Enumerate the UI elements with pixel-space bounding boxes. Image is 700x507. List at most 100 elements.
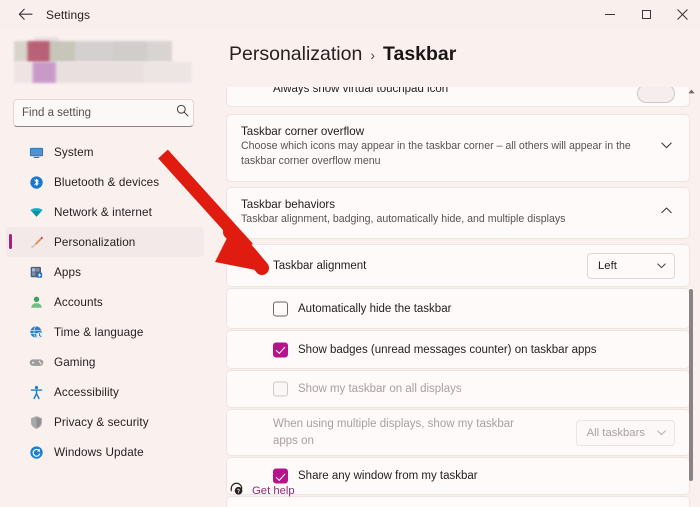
sidebar-item-gaming[interactable]: Gaming	[6, 347, 204, 377]
search-icon	[176, 104, 189, 122]
sidebar-item-label: Accounts	[54, 295, 103, 309]
auto-hide-taskbar-label: Automatically hide the taskbar	[298, 302, 452, 315]
breadcrumb-separator: ›	[370, 47, 376, 63]
get-help-link[interactable]: Get help	[229, 481, 295, 501]
page-title: Taskbar	[383, 43, 457, 65]
sidebar-item-label: Network & internet	[54, 205, 152, 219]
show-badges-card: Show badges (unread messages counter) on…	[226, 330, 690, 370]
taskbar-alignment-card: Taskbar alignment Left	[226, 244, 690, 288]
close-button[interactable]	[664, 0, 700, 29]
auto-hide-taskbar-row[interactable]: Automatically hide the taskbar	[227, 289, 689, 328]
sidebar-item-bluetooth-devices[interactable]: Bluetooth & devices	[6, 167, 204, 197]
search-box[interactable]	[13, 99, 194, 127]
all-displays-card: Show my taskbar on all displays	[226, 370, 690, 409]
gamepad-icon	[28, 354, 45, 371]
profile-blur-email	[14, 62, 192, 83]
sidebar-item-apps[interactable]: Apps	[6, 257, 204, 287]
paintbrush-icon	[28, 234, 45, 251]
minimize-button[interactable]	[592, 0, 628, 29]
footer: Get help	[218, 475, 700, 507]
sidebar-item-time-language[interactable]: Time & language	[6, 317, 204, 347]
maximize-button[interactable]	[628, 0, 664, 29]
sidebar-item-accounts[interactable]: Accounts	[6, 287, 204, 317]
sidebar-nav: System Bluetooth & devices Network & int…	[0, 137, 218, 467]
taskbar-corner-overflow-card: Taskbar corner overflow Choose which ico…	[226, 114, 690, 182]
show-badges-row[interactable]: Show badges (unread messages counter) on…	[227, 331, 689, 368]
help-question-icon	[229, 481, 244, 501]
main-content: Personalization › Taskbar Always show vi…	[218, 29, 700, 507]
sidebar-item-label: Privacy & security	[54, 415, 149, 429]
globe-clock-icon	[28, 324, 45, 341]
all-displays-checkbox	[273, 381, 288, 397]
auto-hide-taskbar-checkbox[interactable]	[273, 301, 288, 317]
multi-display-apps-dropdown: All taskbars	[575, 419, 675, 446]
dropdown-value: Left	[598, 259, 617, 272]
sidebar-item-label: Accessibility	[54, 385, 119, 399]
sidebar-item-label: Gaming	[54, 355, 96, 369]
vertical-scrollbar[interactable]	[685, 86, 697, 507]
update-refresh-icon	[28, 444, 45, 461]
profile-blur-name	[14, 41, 172, 62]
dropdown-value: All taskbars	[586, 426, 645, 439]
window-controls	[592, 0, 700, 29]
auto-hide-taskbar-card: Automatically hide the taskbar	[226, 288, 690, 330]
bluetooth-icon	[28, 174, 45, 191]
apps-grid-icon	[28, 264, 45, 281]
card-title: Taskbar behaviors	[241, 197, 336, 211]
multi-display-apps-label: When using multiple displays, show my ta…	[273, 417, 514, 447]
all-displays-row: Show my taskbar on all displays	[227, 371, 689, 407]
card-subtitle: Choose which icons may appear in the tas…	[241, 140, 631, 168]
breadcrumb: Personalization › Taskbar	[229, 43, 456, 66]
taskbar-corner-overflow-expander[interactable]: Taskbar corner overflow Choose which ico…	[227, 115, 689, 181]
breadcrumb-parent[interactable]: Personalization	[229, 43, 362, 66]
sidebar-item-label: Personalization	[54, 235, 136, 249]
selection-accent-bar	[9, 234, 12, 249]
sidebar-item-label: System	[54, 145, 94, 159]
multi-display-apps-row: When using multiple displays, show my ta…	[227, 410, 689, 455]
show-badges-label: Show badges (unread messages counter) on…	[298, 343, 597, 356]
card-title: Taskbar corner overflow	[241, 125, 365, 138]
monitor-icon	[28, 144, 45, 161]
all-displays-label: Show my taskbar on all displays	[298, 383, 462, 396]
sidebar-item-label: Time & language	[54, 325, 144, 339]
sidebar-item-privacy-security[interactable]: Privacy & security	[6, 407, 204, 437]
sidebar-item-personalization[interactable]: Personalization	[6, 227, 204, 257]
search-input[interactable]	[22, 107, 176, 119]
window-title: Settings	[46, 7, 91, 22]
taskbar-alignment-dropdown[interactable]: Left	[587, 252, 675, 279]
scroll-up-arrow-icon[interactable]	[685, 86, 697, 96]
person-icon	[28, 294, 45, 311]
taskbar-alignment-label: Taskbar alignment	[273, 259, 367, 272]
taskbar-behaviors-card: Taskbar behaviors Taskbar alignment, bad…	[226, 186, 690, 240]
chevron-up-icon[interactable]	[657, 207, 675, 217]
accessibility-icon	[28, 384, 45, 401]
settings-window: Settings Find a setting System Bluetooth…	[0, 0, 700, 507]
sidebar-item-system[interactable]: System	[6, 137, 204, 167]
sidebar: System Bluetooth & devices	[0, 29, 218, 507]
virtual-touchpad-toggle[interactable]	[637, 87, 675, 103]
chevron-down-icon[interactable]	[657, 142, 675, 152]
taskbar-behaviors-expander[interactable]: Taskbar behaviors Taskbar alignment, bad…	[227, 188, 689, 238]
sidebar-item-accessibility[interactable]: Accessibility	[6, 377, 204, 407]
sidebar-item-label: Windows Update	[54, 445, 144, 459]
sidebar-item-windows-update[interactable]: Windows Update	[6, 437, 204, 467]
title-bar: Settings	[0, 0, 700, 29]
clipped-settings-card: Always show virtual touchpad icon	[226, 87, 690, 107]
taskbar-alignment-row: Taskbar alignment Left	[227, 245, 689, 286]
sidebar-item-label: Apps	[54, 265, 82, 279]
card-subtitle: Taskbar alignment, badging, automaticall…	[241, 212, 566, 225]
back-arrow-icon[interactable]	[10, 4, 40, 26]
chevron-down-icon	[657, 261, 666, 271]
wifi-icon	[28, 204, 45, 221]
chevron-down-icon	[657, 428, 666, 438]
get-help-label: Get help	[252, 485, 295, 497]
scrollbar-thumb[interactable]	[689, 289, 693, 481]
clipped-row-label: Always show virtual touchpad icon	[273, 87, 449, 95]
shield-icon	[28, 414, 45, 431]
show-badges-checkbox[interactable]	[273, 342, 288, 358]
user-profile-redacted[interactable]	[14, 37, 192, 83]
settings-scroll-area: Always show virtual touchpad icon Taskba…	[226, 87, 690, 507]
sidebar-item-network-internet[interactable]: Network & internet	[6, 197, 204, 227]
multi-display-apps-card: When using multiple displays, show my ta…	[226, 409, 690, 457]
sidebar-item-label: Bluetooth & devices	[54, 175, 160, 189]
